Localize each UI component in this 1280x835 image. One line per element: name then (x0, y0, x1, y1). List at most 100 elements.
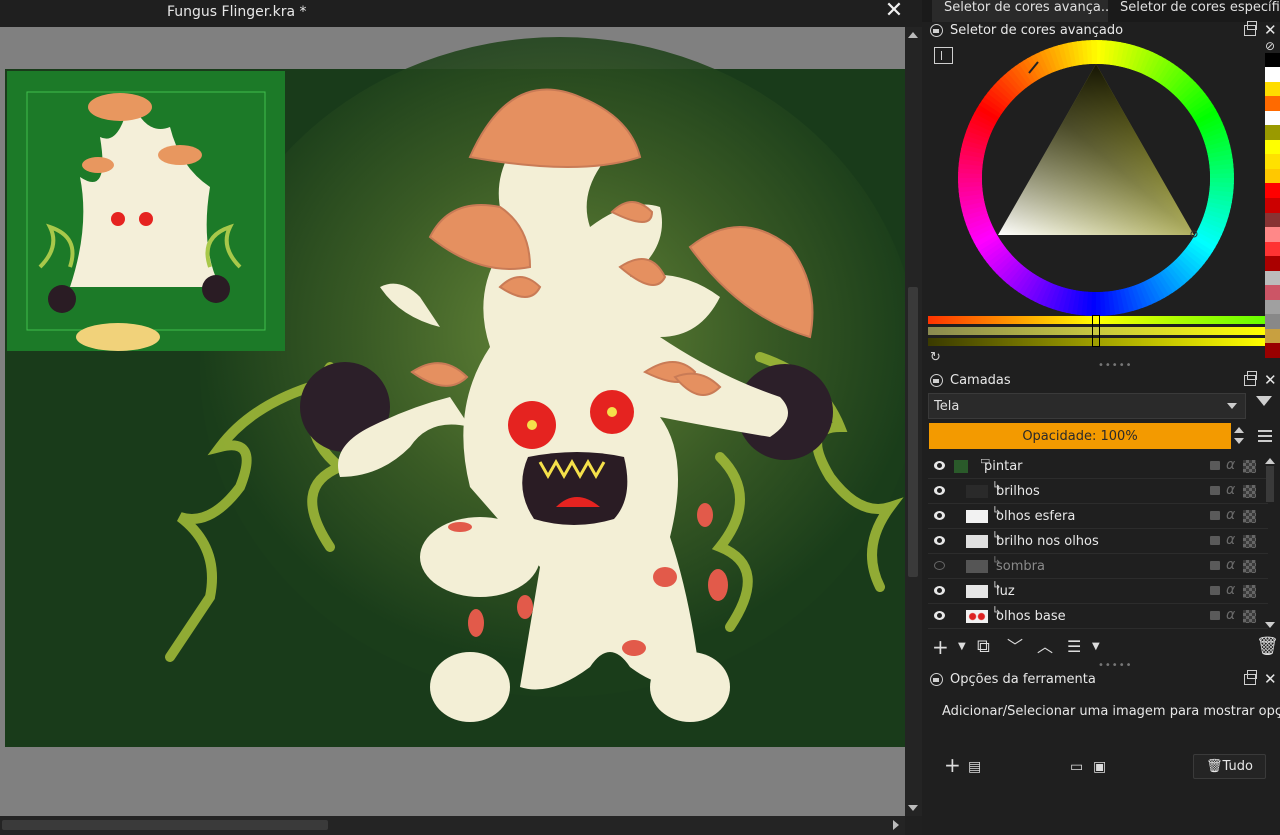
alpha-lock-icon[interactable]: α (1226, 482, 1235, 498)
filter-icon[interactable] (1256, 396, 1272, 406)
palette-swatch[interactable] (1265, 125, 1280, 140)
color-selector-settings-icon[interactable] (934, 47, 953, 64)
layer-name[interactable]: brilhos (996, 484, 1040, 499)
inherit-alpha-icon[interactable] (1243, 460, 1256, 473)
layer-row[interactable]: ↳ brilhos α (928, 479, 1268, 504)
scroll-thumb[interactable] (908, 287, 918, 577)
close-docker-icon[interactable]: ✕ (1264, 21, 1277, 39)
add-layer-icon[interactable]: + (932, 636, 949, 660)
layer-properties-chevron-icon[interactable]: ▼ (1092, 636, 1100, 660)
add-reference-icon[interactable]: + (944, 754, 961, 778)
scroll-thumb[interactable] (2, 820, 328, 830)
scroll-up-arrow-icon[interactable] (1265, 458, 1275, 464)
palette-swatch[interactable] (1265, 139, 1280, 155)
opacity-spinner[interactable] (1233, 423, 1245, 449)
float-docker-icon[interactable] (1244, 670, 1257, 685)
layer-properties-icon[interactable]: ☰ (1067, 636, 1081, 660)
document-title[interactable]: Fungus Flinger.kra * (167, 4, 307, 20)
palette-swatch[interactable] (1265, 256, 1280, 271)
alpha-lock-icon[interactable]: α (1226, 582, 1235, 598)
visibility-eye-icon[interactable] (934, 461, 945, 470)
move-layer-down-icon[interactable]: ﹀ (1007, 636, 1023, 660)
layer-row[interactable]: ▭ pintar α (928, 454, 1268, 479)
lock-icon[interactable] (1210, 586, 1220, 595)
layer-row[interactable]: ↳ brilho nos olhos α (928, 529, 1268, 554)
palette-swatch[interactable] (1265, 270, 1280, 286)
canvas-vertical-scrollbar[interactable] (905, 27, 922, 816)
alpha-lock-icon[interactable]: α (1226, 557, 1235, 573)
delete-layer-icon[interactable]: 🗑 (1256, 636, 1279, 660)
canvas-viewport[interactable] (0, 27, 905, 816)
palette-swatch[interactable] (1265, 67, 1280, 82)
layer-name[interactable]: brilho nos olhos (996, 534, 1099, 549)
palette-swatch[interactable] (1265, 241, 1280, 257)
inherit-alpha-icon[interactable] (1243, 610, 1256, 623)
inherit-alpha-icon[interactable] (1243, 585, 1256, 598)
layer-name[interactable]: sombra (996, 559, 1045, 574)
spin-up-icon[interactable] (1234, 427, 1244, 433)
move-layer-up-icon[interactable]: ︿ (1037, 636, 1053, 660)
layer-name[interactable]: olhos esfera (996, 509, 1075, 524)
inherit-alpha-icon[interactable] (1243, 510, 1256, 523)
lock-docker-icon[interactable] (930, 24, 943, 37)
lock-docker-icon[interactable] (930, 374, 943, 387)
visibility-eye-icon[interactable] (934, 486, 945, 495)
scroll-down-arrow-icon[interactable] (908, 805, 918, 811)
close-docker-icon[interactable]: ✕ (1264, 371, 1277, 389)
visibility-eye-icon[interactable] (934, 511, 945, 520)
hidden-eye-icon[interactable] (934, 561, 945, 570)
lock-icon[interactable] (1210, 611, 1220, 620)
layer-row[interactable]: ↳ luz α (928, 579, 1268, 604)
canvas-horizontal-scrollbar[interactable] (0, 816, 905, 835)
select-all-button[interactable]: 🗑Tudo (1193, 754, 1266, 779)
layer-name[interactable]: olhos base (996, 609, 1066, 624)
palette-swatch[interactable] (1265, 52, 1280, 68)
refresh-icon[interactable]: ↻ (930, 350, 941, 365)
spin-down-icon[interactable] (1234, 438, 1244, 444)
palette-swatch[interactable] (1265, 183, 1280, 198)
visibility-eye-icon[interactable] (934, 586, 945, 595)
resize-grip-icon[interactable]: ••••• (1098, 360, 1133, 371)
visibility-eye-icon[interactable] (934, 536, 945, 545)
palette-swatch[interactable] (1265, 343, 1280, 358)
visibility-eye-icon[interactable] (934, 611, 945, 620)
paste-reference-icon[interactable]: ▤ (968, 756, 981, 780)
inherit-alpha-icon[interactable] (1243, 485, 1256, 498)
lock-docker-icon[interactable] (930, 673, 943, 686)
float-docker-icon[interactable] (1244, 21, 1257, 36)
tab-advanced-color-selector[interactable]: Seletor de cores avança... (932, 0, 1108, 22)
close-document-icon[interactable]: ✕ (884, 0, 904, 24)
float-docker-icon[interactable] (1244, 371, 1257, 386)
scroll-up-arrow-icon[interactable] (908, 32, 918, 38)
scroll-right-arrow-icon[interactable] (893, 820, 899, 830)
palette-swatch[interactable] (1265, 198, 1280, 213)
duplicate-layer-icon[interactable]: ⧉ (977, 636, 990, 660)
palette-swatch[interactable] (1265, 154, 1280, 169)
palette-swatch[interactable] (1265, 328, 1280, 344)
lock-icon[interactable] (1210, 486, 1220, 495)
palette-swatch[interactable] (1265, 285, 1280, 300)
alpha-lock-icon[interactable]: α (1226, 607, 1235, 623)
palette-swatch[interactable] (1265, 212, 1280, 228)
hsv-sliders[interactable] (928, 315, 1266, 347)
palette-swatch[interactable] (1265, 299, 1280, 315)
tab-specific-color-selector[interactable]: Seletor de cores específi... (1108, 0, 1280, 22)
alpha-lock-icon[interactable]: α (1226, 457, 1235, 473)
layer-name[interactable]: pintar (984, 459, 1023, 474)
inherit-alpha-icon[interactable] (1243, 535, 1256, 548)
layer-row[interactable]: ↳ olhos esfera α (928, 504, 1268, 529)
opacity-slider[interactable]: Opacidade: 100% (929, 423, 1231, 449)
layer-menu-icon[interactable] (1258, 430, 1272, 442)
close-docker-icon[interactable]: ✕ (1264, 670, 1277, 688)
palette-swatch[interactable] (1265, 168, 1280, 184)
palette-swatch[interactable] (1265, 110, 1280, 126)
layer-row[interactable]: ↳ olhos base α (928, 604, 1268, 629)
inherit-alpha-icon[interactable] (1243, 560, 1256, 573)
palette-swatch[interactable] (1265, 81, 1280, 97)
palette-swatch[interactable] (1265, 227, 1280, 242)
lock-icon[interactable] (1210, 561, 1220, 570)
lock-icon[interactable] (1210, 511, 1220, 520)
lock-icon[interactable] (1210, 461, 1220, 470)
palette-swatch[interactable] (1265, 96, 1280, 111)
palette-swatch[interactable] (1265, 314, 1280, 329)
